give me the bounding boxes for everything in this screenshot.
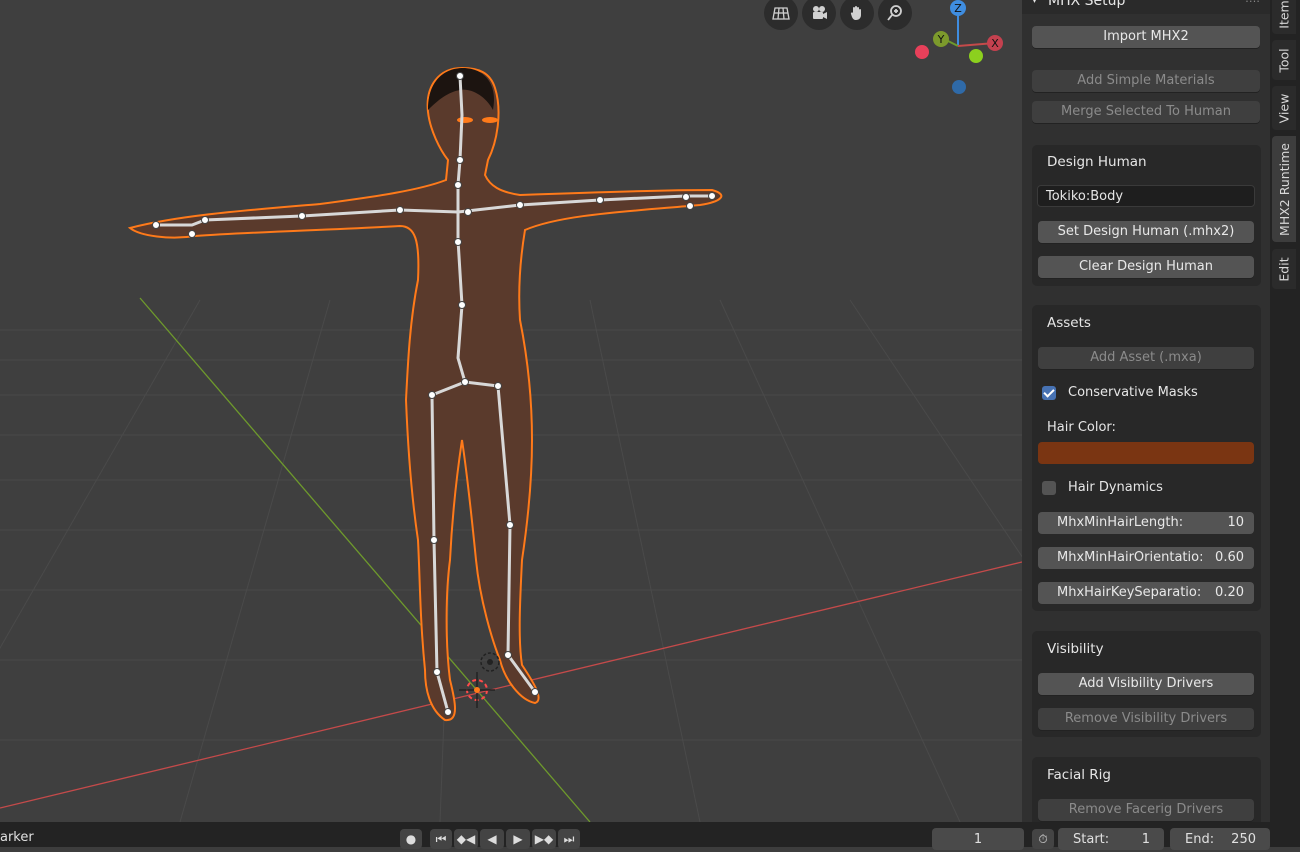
assets-title: Assets: [1047, 315, 1091, 331]
min-hair-length-value: 10: [1227, 515, 1244, 530]
record-button[interactable]: ●: [400, 829, 422, 849]
hair-color-swatch[interactable]: [1038, 442, 1254, 464]
min-hair-length-label: MhxMinHairLength:: [1057, 515, 1184, 530]
tab-edit-label: Edit: [1276, 256, 1292, 282]
panel-title: MHX Setup: [1048, 0, 1126, 9]
design-human-box: Design Human Tokiko:Body Set Design Huma…: [1032, 145, 1261, 286]
conservative-masks-checkbox[interactable]: [1042, 386, 1056, 400]
stopwatch-icon[interactable]: ⏱: [1032, 829, 1054, 849]
viewport-nav-buttons: [764, 0, 912, 30]
camera-icon[interactable]: [802, 0, 836, 30]
tab-tool-label: Tool: [1276, 47, 1292, 73]
camera-origin-icon: [480, 652, 500, 672]
human-mesh[interactable]: [127, 66, 723, 722]
gizmo-z-label: Z: [954, 2, 962, 15]
design-human-field[interactable]: Tokiko:Body: [1037, 185, 1255, 207]
visibility-box: Visibility Add Visibility Drivers Remove…: [1032, 631, 1261, 737]
conservative-masks-label: Conservative Masks: [1068, 385, 1198, 400]
tab-mhx2-runtime[interactable]: MHX2 Runtime: [1272, 136, 1296, 242]
import-mhx2-button[interactable]: Import MHX2: [1032, 26, 1260, 48]
sidebar-tabs: Item Tool View MHX2 Runtime Edit: [1270, 0, 1300, 822]
jump-start-icon[interactable]: ⏮: [430, 829, 452, 849]
facial-rig-box: Facial Rig Remove Facerig Drivers: [1032, 757, 1261, 822]
hair-dynamics-label: Hair Dynamics: [1068, 480, 1163, 495]
zoom-icon[interactable]: [878, 0, 912, 30]
hair-key-separation-value: 0.20: [1215, 585, 1244, 600]
min-hair-length-field[interactable]: MhxMinHairLength: 10: [1038, 512, 1254, 534]
clear-design-human-button[interactable]: Clear Design Human: [1038, 256, 1254, 278]
timeline-bar: arker ● ⏮ ◆◀ ◀ ▶ ▶◆ ⏭ 1 ⏱ Start: 1 End: …: [0, 822, 1300, 850]
gizmo-y-label: Y: [937, 33, 945, 46]
play-icon[interactable]: ▶: [506, 829, 530, 849]
sidebar-panel: ▾ MHX Setup :::: Import MHX2 Add Simple …: [1022, 0, 1270, 822]
tab-edit[interactable]: Edit: [1272, 249, 1296, 289]
assets-box: Assets Add Asset (.mxa) Conservative Mas…: [1032, 305, 1261, 611]
add-asset-button[interactable]: Add Asset (.mxa): [1038, 347, 1254, 369]
start-frame-value: 1: [1141, 832, 1150, 847]
prev-keyframe-icon[interactable]: ◆◀: [454, 829, 478, 849]
armature[interactable]: [160, 75, 712, 713]
min-hair-orientation-value: 0.60: [1215, 550, 1244, 565]
panel-drag-handle-icon[interactable]: ::::: [1245, 0, 1260, 8]
design-human-title: Design Human: [1047, 154, 1147, 170]
merge-selected-button[interactable]: Merge Selected To Human: [1032, 101, 1260, 123]
add-visibility-drivers-button[interactable]: Add Visibility Drivers: [1038, 673, 1254, 695]
tab-view-label: View: [1276, 93, 1292, 123]
visibility-title: Visibility: [1047, 641, 1104, 657]
remove-visibility-drivers-button[interactable]: Remove Visibility Drivers: [1038, 708, 1254, 730]
play-reverse-icon[interactable]: ◀: [480, 829, 504, 849]
tab-item[interactable]: Item: [1272, 0, 1296, 34]
3d-viewport[interactable]: Z Y X: [0, 0, 1022, 822]
min-hair-orientation-field[interactable]: MhxMinHairOrientatio: 0.60: [1038, 547, 1254, 569]
min-hair-orientation-label: MhxMinHairOrientatio:: [1057, 550, 1204, 565]
end-frame-value: 250: [1231, 832, 1256, 847]
facial-rig-title: Facial Rig: [1047, 767, 1111, 783]
remove-facerig-drivers-button[interactable]: Remove Facerig Drivers: [1038, 799, 1254, 821]
marker-menu[interactable]: arker: [0, 830, 34, 845]
set-design-human-button[interactable]: Set Design Human (.mhx2): [1038, 221, 1254, 243]
hair-key-separation-label: MhxHairKeySeparatio:: [1057, 585, 1202, 600]
hair-dynamics-checkbox[interactable]: [1042, 481, 1056, 495]
next-keyframe-icon[interactable]: ▶◆: [532, 829, 556, 849]
tab-item-label: Item: [1276, 0, 1292, 29]
hand-icon[interactable]: [840, 0, 874, 30]
hair-key-separation-field[interactable]: MhxHairKeySeparatio: 0.20: [1038, 582, 1254, 604]
grid-icon[interactable]: [764, 0, 798, 30]
start-frame-label: Start:: [1073, 832, 1110, 847]
gizmo-neg-x[interactable]: [915, 45, 929, 59]
hair-color-label: Hair Color:: [1047, 420, 1116, 435]
navigation-gizmo[interactable]: Z Y X: [915, 0, 1003, 94]
jump-end-icon[interactable]: ⏭: [558, 829, 580, 849]
collapse-arrow-icon[interactable]: ▾: [1032, 0, 1037, 10]
tab-view[interactable]: View: [1272, 86, 1296, 130]
tab-tool[interactable]: Tool: [1272, 40, 1296, 80]
gizmo-neg-y[interactable]: [969, 49, 983, 63]
add-simple-materials-button[interactable]: Add Simple Materials: [1032, 70, 1260, 92]
end-frame-label: End:: [1185, 832, 1215, 847]
panel-header[interactable]: ▾ MHX Setup ::::: [1022, 0, 1270, 14]
gizmo-neg-z[interactable]: [952, 80, 966, 94]
gizmo-x-label: X: [991, 37, 999, 50]
3d-cursor[interactable]: [459, 672, 495, 708]
tab-mhx2-runtime-label: MHX2 Runtime: [1276, 142, 1292, 236]
viewport-scene: Z Y X: [0, 0, 1022, 822]
